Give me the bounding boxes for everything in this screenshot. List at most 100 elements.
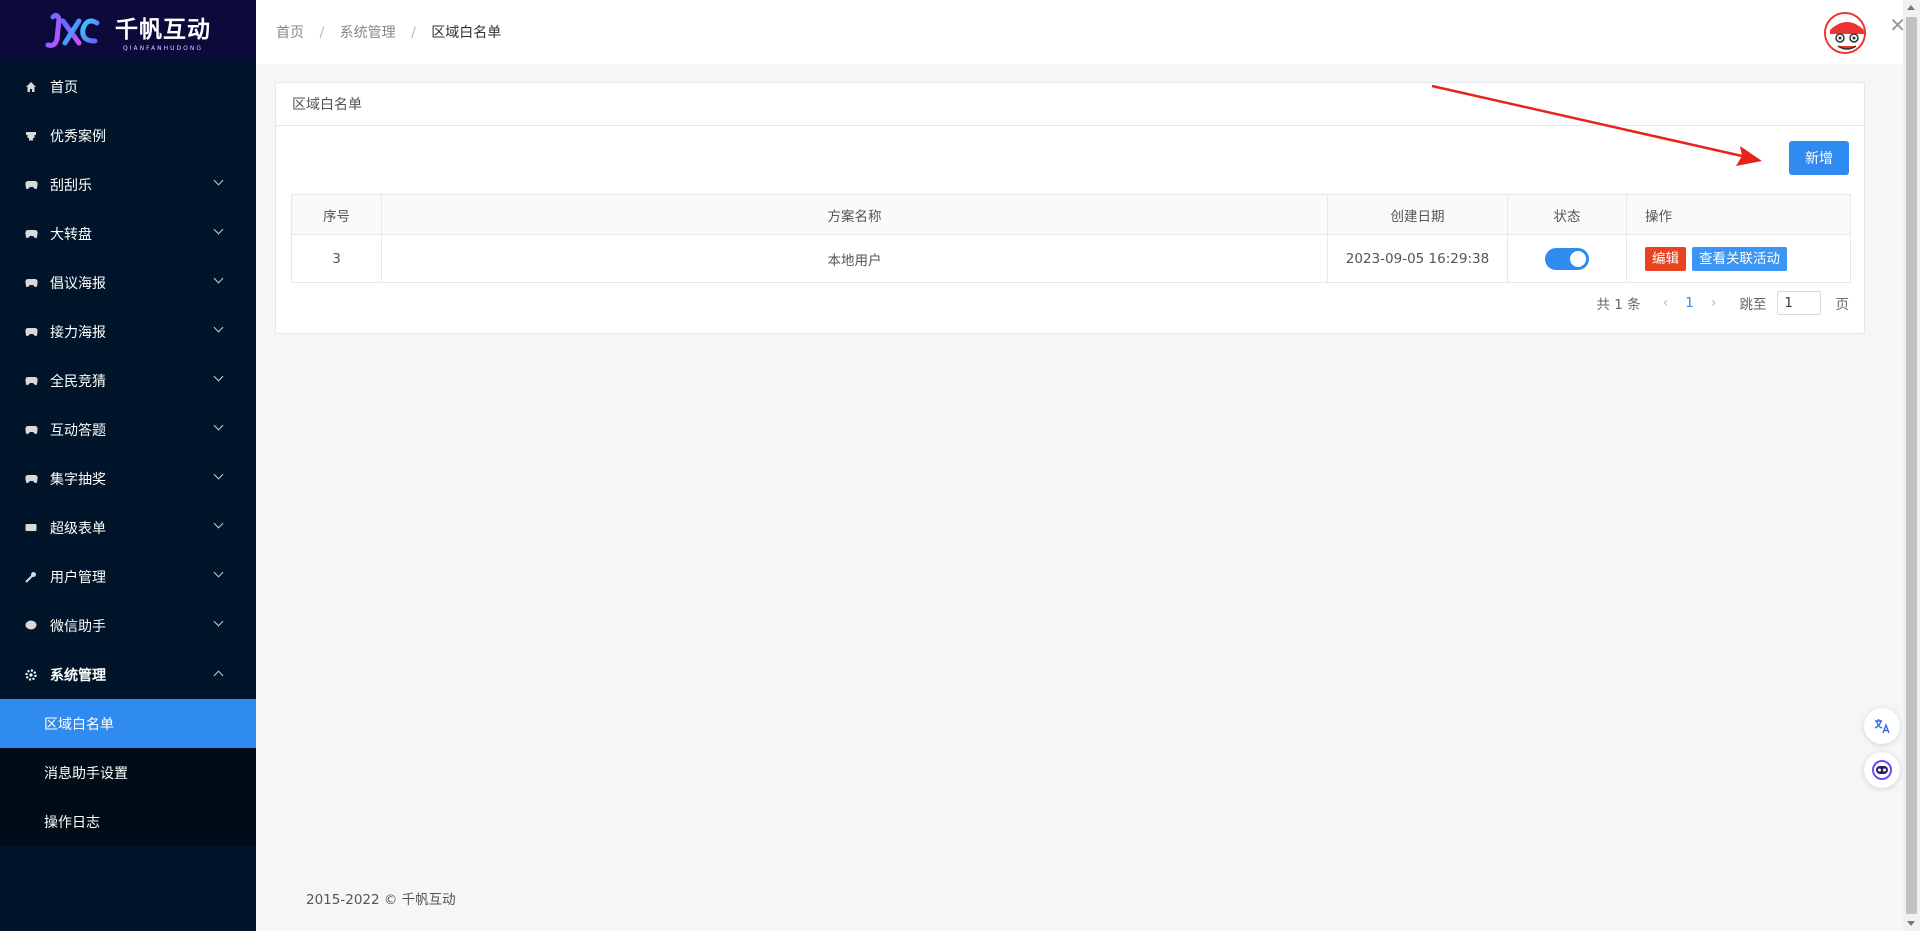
column-header-created: 创建日期 <box>1327 194 1508 235</box>
sidebar-item-label: 接力海报 <box>50 324 106 341</box>
scroll-down-icon[interactable] <box>1907 921 1915 926</box>
home-icon <box>24 80 38 94</box>
logo-title: 千帆互动 <box>115 17 211 43</box>
assistant-button[interactable] <box>1864 752 1900 788</box>
chat-icon <box>24 619 38 633</box>
system-submenu: 区域白名单 消息助手设置 操作日志 <box>0 699 256 846</box>
sidebar-item-label: 超级表单 <box>50 520 106 537</box>
breadcrumb: 首页 / 系统管理 / 区域白名单 <box>276 22 501 42</box>
footer: 2015-2022 © 千帆互动 <box>306 892 456 908</box>
sidebar-item-message-settings[interactable]: 消息助手设置 <box>0 748 256 797</box>
sidebar-item-wheel[interactable]: 大转盘 <box>0 209 256 258</box>
translate-icon <box>1874 719 1890 734</box>
pagination-jump-label: 跳至 <box>1739 297 1767 313</box>
logo-subtitle: QIANFANHUDONG <box>123 45 203 52</box>
pagination-page-label: 页 <box>1835 297 1850 313</box>
page-jump-input[interactable] <box>1776 291 1821 315</box>
sidebar-item-cases[interactable]: 优秀案例 <box>0 111 256 160</box>
pagination: 共 1 条 ‹ 1 › 跳至 页 <box>1597 291 1849 315</box>
chevron-down-icon <box>213 322 224 333</box>
chevron-down-icon <box>213 273 224 284</box>
sidebar-item-label: 微信助手 <box>50 618 106 635</box>
chevron-down-icon <box>213 224 224 235</box>
header: 首页 / 系统管理 / 区域白名单 ✕ <box>256 0 1920 64</box>
column-header-id: 序号 <box>291 194 382 235</box>
cell-name: 本地用户 <box>381 234 1328 283</box>
sidebar-item-label: 首页 <box>50 79 78 96</box>
add-button[interactable]: 新增 <box>1789 141 1849 175</box>
cell-created: 2023-09-05 16:29:38 <box>1327 234 1508 283</box>
pagination-total: 共 1 条 <box>1596 297 1641 313</box>
chevron-up-icon <box>213 670 224 681</box>
robot-icon <box>1872 760 1892 780</box>
vertical-scrollbar[interactable] <box>1903 0 1920 931</box>
gamepad-icon <box>24 325 38 339</box>
chevron-down-icon <box>213 420 224 431</box>
chevron-down-icon <box>213 175 224 186</box>
table-row: 3 本地用户 2023-09-05 16:29:38 编辑 查看关联活动 <box>291 234 1851 283</box>
cell-actions: 编辑 查看关联活动 <box>1626 234 1851 283</box>
prev-page-icon[interactable]: ‹ <box>1663 295 1669 311</box>
sidebar-item-label: 刮刮乐 <box>50 177 92 194</box>
sidebar-item-label: 倡议海报 <box>50 275 106 292</box>
view-activities-button[interactable]: 查看关联活动 <box>1692 246 1787 271</box>
sidebar-item-quiz[interactable]: 互动答题 <box>0 405 256 454</box>
sidebar-item-label: 互动答题 <box>50 422 106 439</box>
wrench-icon <box>24 570 38 584</box>
sidebar-item-guess[interactable]: 全民竞猜 <box>0 356 256 405</box>
sidebar-item-label: 系统管理 <box>50 667 106 684</box>
page-current[interactable]: 1 <box>1685 295 1694 311</box>
column-header-status: 状态 <box>1507 194 1627 235</box>
keyboard-icon <box>24 521 38 535</box>
breadcrumb-system[interactable]: 系统管理 <box>340 25 396 41</box>
whitelist-table: 序号 方案名称 创建日期 状态 操作 3 本地用户 2023-09-05 16:… <box>291 194 1851 283</box>
sidebar-item-label: 全民竞猜 <box>50 373 106 390</box>
sidebar-item-label: 优秀案例 <box>50 128 106 145</box>
trophy-icon <box>24 129 38 143</box>
status-toggle[interactable] <box>1545 247 1589 270</box>
logo-mark-icon <box>45 12 100 48</box>
sidebar-item-relay-poster[interactable]: 接力海报 <box>0 307 256 356</box>
gamepad-icon <box>24 374 38 388</box>
avatar[interactable] <box>1824 12 1866 54</box>
sidebar-item-region-whitelist[interactable]: 区域白名单 <box>0 699 256 748</box>
sidebar-item-home[interactable]: 首页 <box>0 62 256 111</box>
sidebar-item-system[interactable]: 系统管理 <box>0 650 256 699</box>
sidebar-item-wechat[interactable]: 微信助手 <box>0 601 256 650</box>
sidebar-item-label: 大转盘 <box>50 226 92 243</box>
column-header-actions: 操作 <box>1626 194 1851 235</box>
cell-status <box>1507 234 1627 283</box>
chevron-down-icon <box>213 567 224 578</box>
breadcrumb-home[interactable]: 首页 <box>276 25 304 41</box>
sidebar-item-word-lottery[interactable]: 集字抽奖 <box>0 454 256 503</box>
logo[interactable]: 千帆互动 QIANFANHUDONG <box>0 0 256 62</box>
sidebar: 千帆互动 QIANFANHUDONG 首页 优秀案例 刮刮乐 大转盘 倡议海报 … <box>0 0 256 931</box>
gear-icon <box>24 668 38 682</box>
breadcrumb-current: 区域白名单 <box>431 25 502 41</box>
gamepad-icon <box>24 276 38 290</box>
sidebar-item-initiative-poster[interactable]: 倡议海报 <box>0 258 256 307</box>
column-header-name: 方案名称 <box>381 194 1328 235</box>
edit-button[interactable]: 编辑 <box>1645 246 1686 271</box>
chevron-down-icon <box>213 469 224 480</box>
gamepad-icon <box>24 227 38 241</box>
table-header-row: 序号 方案名称 创建日期 状态 操作 <box>291 194 1851 235</box>
cell-id: 3 <box>291 234 382 283</box>
sidebar-menu: 首页 优秀案例 刮刮乐 大转盘 倡议海报 接力海报 全民竞猜 互动答题 集字抽奖… <box>0 62 256 699</box>
breadcrumb-separator: / <box>319 25 325 41</box>
translate-button[interactable] <box>1864 708 1900 744</box>
sidebar-item-users[interactable]: 用户管理 <box>0 552 256 601</box>
next-page-icon[interactable]: › <box>1711 295 1717 311</box>
scroll-up-icon[interactable] <box>1907 5 1915 10</box>
chevron-down-icon <box>213 616 224 627</box>
sidebar-item-scratch[interactable]: 刮刮乐 <box>0 160 256 209</box>
chevron-down-icon <box>213 518 224 529</box>
sidebar-item-label: 用户管理 <box>50 569 106 586</box>
sidebar-item-operation-log[interactable]: 操作日志 <box>0 797 256 846</box>
breadcrumb-separator: / <box>411 25 416 41</box>
toggle-knob <box>1570 250 1586 267</box>
scrollbar-thumb[interactable] <box>1906 17 1917 914</box>
chevron-down-icon <box>213 371 224 382</box>
gamepad-icon <box>24 178 38 192</box>
sidebar-item-super-form[interactable]: 超级表单 <box>0 503 256 552</box>
